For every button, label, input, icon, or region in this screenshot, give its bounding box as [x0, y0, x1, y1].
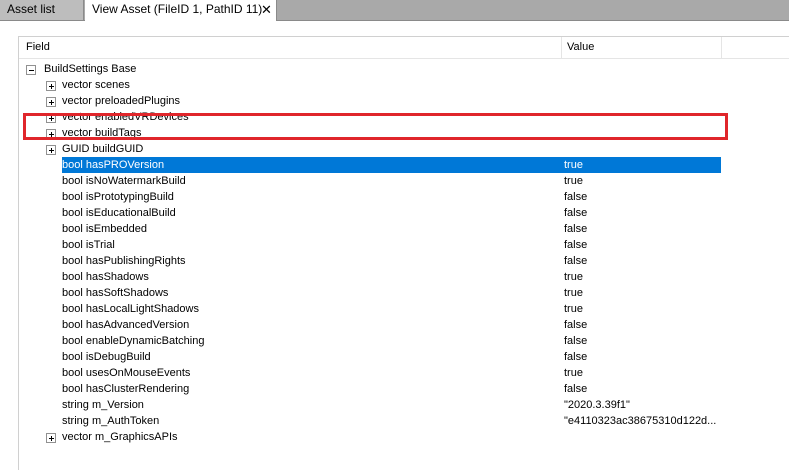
field-value: true	[564, 271, 583, 283]
field-value: false	[564, 351, 588, 363]
field-value: true	[564, 159, 583, 171]
field-value: true	[564, 367, 583, 379]
field-label: vector m_GraphicsAPIs	[62, 431, 178, 443]
field-label: string m_Version	[62, 399, 144, 411]
tree-row[interactable]: bool hasAdvancedVersion false	[19, 318, 789, 334]
expand-icon[interactable]	[46, 97, 56, 107]
field-label: GUID buildGUID	[62, 143, 144, 155]
tree-row[interactable]: bool isNoWatermarkBuild true	[19, 174, 789, 190]
tree-row[interactable]: vector scenes	[19, 78, 789, 94]
tree-row[interactable]: vector enabledVRDevices	[19, 110, 789, 126]
tree-row[interactable]: bool enableDynamicBatching false	[19, 334, 789, 350]
field-label: vector buildTags	[62, 127, 142, 139]
field-label: bool hasClusterRendering	[62, 383, 190, 395]
field-value: false	[564, 223, 588, 235]
field-label: bool usesOnMouseEvents	[62, 367, 191, 379]
tab-label: View Asset (FileID 1, PathID 11)	[92, 2, 263, 16]
field-label: vector enabledVRDevices	[62, 111, 189, 123]
field-label: bool hasPublishingRights	[62, 255, 186, 267]
tab-asset-list[interactable]: Asset list	[0, 0, 84, 20]
field-label: bool isEducationalBuild	[62, 207, 176, 219]
expand-icon[interactable]	[46, 145, 56, 155]
asset-tree-view[interactable]: Field Value BuildSettings Base vector sc…	[18, 36, 789, 470]
field-value: "e4110323ac38675310d122d...	[564, 415, 717, 427]
field-value: false	[564, 383, 588, 395]
field-label: bool hasShadows	[62, 271, 149, 283]
field-label: bool isEmbedded	[62, 223, 148, 235]
field-value: true	[564, 303, 583, 315]
field-value: false	[564, 191, 588, 203]
value-column-header[interactable]: Value	[567, 41, 594, 53]
field-value: false	[564, 255, 588, 267]
tree-row[interactable]: vector buildTags	[19, 126, 789, 142]
field-label: vector scenes	[62, 79, 130, 91]
field-label: bool isPrototypingBuild	[62, 191, 174, 203]
tree-row[interactable]: bool hasLocalLightShadows true	[19, 302, 789, 318]
tree-row[interactable]: vector m_GraphicsAPIs	[19, 430, 789, 446]
expand-icon[interactable]	[46, 129, 56, 139]
expand-icon[interactable]	[46, 113, 56, 123]
close-icon[interactable]: ✕	[261, 0, 272, 19]
expand-icon[interactable]	[46, 433, 56, 443]
field-label: vector preloadedPlugins	[62, 95, 181, 107]
field-label: bool hasLocalLightShadows	[62, 303, 199, 315]
tree-row[interactable]: bool isPrototypingBuild false	[19, 190, 789, 206]
tree-row[interactable]: bool hasSoftShadows true	[19, 286, 789, 302]
tree-row[interactable]: vector preloadedPlugins	[19, 94, 789, 110]
tree-row[interactable]: GUID buildGUID	[19, 142, 789, 158]
field-value: true	[564, 287, 583, 299]
tree-row[interactable]: string m_AuthToken "e4110323ac38675310d12…	[19, 414, 789, 430]
column-divider[interactable]	[561, 37, 562, 58]
field-column-header[interactable]: Field	[26, 41, 50, 53]
tree-node-label: BuildSettings Base	[44, 63, 137, 75]
field-label: bool hasAdvancedVersion	[62, 319, 190, 331]
collapse-icon[interactable]	[26, 65, 36, 75]
column-header: Field Value	[19, 37, 789, 59]
tree-row[interactable]: bool isEducationalBuild false	[19, 206, 789, 222]
field-label: bool hasPROVersion	[62, 159, 165, 171]
tree-root-row[interactable]: BuildSettings Base	[19, 62, 789, 78]
field-value: false	[564, 319, 588, 331]
field-value: false	[564, 335, 588, 347]
tree-row[interactable]: bool hasShadows true	[19, 270, 789, 286]
field-value: true	[564, 175, 583, 187]
expand-icon[interactable]	[46, 81, 56, 91]
field-label: bool isNoWatermarkBuild	[62, 175, 186, 187]
field-value: "2020.3.39f1"	[564, 399, 630, 411]
tree-row[interactable]: bool isTrial false	[19, 238, 789, 254]
field-label: string m_AuthToken	[62, 415, 160, 427]
field-label: bool hasSoftShadows	[62, 287, 169, 299]
tab-label: Asset list	[7, 2, 56, 16]
tree-row[interactable]: bool isDebugBuild false	[19, 350, 789, 366]
tree-row[interactable]: string m_Version "2020.3.39f1"	[19, 398, 789, 414]
tree-row[interactable]: bool usesOnMouseEvents true	[19, 366, 789, 382]
tree-row-selected[interactable]: bool hasPROVersion true	[19, 157, 789, 174]
tree-row[interactable]: bool hasPublishingRights false	[19, 254, 789, 270]
field-value: false	[564, 239, 588, 251]
field-label: bool isDebugBuild	[62, 351, 151, 363]
field-value: false	[564, 207, 588, 219]
field-label: bool isTrial	[62, 239, 115, 251]
field-label: bool enableDynamicBatching	[62, 335, 205, 347]
tab-view-asset[interactable]: View Asset (FileID 1, PathID 11) ✕	[85, 0, 277, 21]
tree-row[interactable]: bool hasClusterRendering false	[19, 382, 789, 398]
tree-row[interactable]: bool isEmbedded false	[19, 222, 789, 238]
tab-strip: Asset list View Asset (FileID 1, PathID …	[0, 0, 789, 21]
column-divider[interactable]	[721, 37, 722, 58]
